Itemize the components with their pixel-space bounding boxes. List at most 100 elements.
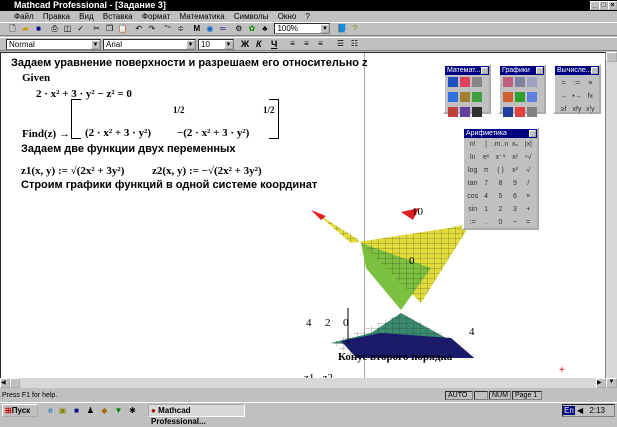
text-region-2[interactable]: Задаем две функции двух переменных — [21, 143, 236, 155]
palette-key[interactable]: xfy — [570, 103, 583, 116]
help-icon[interactable]: ? — [350, 24, 361, 34]
desktop-icon[interactable]: ▣ — [57, 406, 68, 416]
greek-icon[interactable] — [460, 107, 470, 117]
tool-icon[interactable]: ◆ — [99, 406, 110, 416]
menu-help[interactable]: ? — [306, 12, 310, 21]
evaluation-icon[interactable] — [448, 92, 458, 102]
insert-function-icon[interactable]: ◉ — [204, 24, 215, 34]
palette-key[interactable]: .m..n — [493, 138, 509, 151]
menu-symbols[interactable]: Символы — [234, 12, 269, 21]
palette-key[interactable]: 6 — [508, 190, 521, 203]
close-button[interactable]: × — [608, 1, 617, 10]
z1-definition[interactable]: z1(x, y) := √(2x² + 3y²) — [21, 165, 124, 177]
boolean-icon[interactable] — [472, 92, 482, 102]
palette-key[interactable]: = — [557, 77, 570, 90]
palette-key[interactable]: n! — [466, 138, 479, 151]
close-icon[interactable] — [481, 67, 488, 74]
palette-key[interactable]: ≡ — [584, 77, 597, 90]
scatter-plot-icon[interactable] — [515, 107, 525, 117]
menu-file[interactable]: Файл — [14, 12, 34, 21]
palette-key[interactable]: 2 — [493, 203, 509, 216]
bullets-icon[interactable]: ☰ — [335, 39, 346, 49]
antivirus-icon[interactable]: ▼ — [113, 406, 124, 416]
equals-icon[interactable]: ═ — [217, 24, 228, 34]
preview-icon[interactable]: ◫ — [62, 24, 73, 34]
align-v-icon[interactable]: ≑ — [175, 24, 186, 34]
contour-plot-icon[interactable] — [527, 92, 537, 102]
scroll-thumb[interactable] — [10, 378, 20, 388]
find-label[interactable]: Find(z) → — [22, 128, 70, 140]
menu-insert[interactable]: Вставка — [103, 12, 133, 21]
palette-key[interactable]: |x| — [522, 138, 535, 151]
palette-key[interactable]: ( ) — [493, 164, 509, 177]
redo-icon[interactable]: ↷ — [146, 24, 157, 34]
numbering-icon[interactable]: ☷ — [349, 39, 360, 49]
palette-key[interactable]: eˣ — [479, 151, 492, 164]
palette-key[interactable]: + — [522, 203, 535, 216]
menu-edit[interactable]: Правка — [43, 12, 70, 21]
font-select[interactable]: Arial ▼ — [103, 39, 196, 50]
palette-key[interactable]: π — [479, 164, 492, 177]
open-icon[interactable]: ▰ — [20, 24, 31, 34]
graph-palette[interactable]: Графики — [498, 64, 546, 117]
align-center-icon[interactable]: ≡ — [301, 39, 312, 49]
palette-key[interactable]: ln — [466, 151, 479, 164]
palette-key[interactable]: | — [479, 138, 492, 151]
trace-icon[interactable] — [527, 77, 537, 87]
spell-icon[interactable]: ✓ — [75, 24, 86, 34]
surface-plot-icon[interactable] — [515, 92, 525, 102]
scroll-thumb[interactable] — [606, 52, 617, 62]
close-icon[interactable] — [529, 130, 536, 137]
calculator-icon[interactable] — [448, 77, 458, 87]
text-region-3[interactable]: Строим графики функций в одной системе к… — [21, 179, 317, 191]
minimize-button[interactable]: _ — [590, 1, 599, 10]
palette-key[interactable]: = — [522, 216, 535, 229]
start-button[interactable]: ⊞Пуск — [2, 404, 38, 417]
polar-plot-icon[interactable] — [503, 92, 513, 102]
close-icon[interactable] — [591, 67, 598, 74]
graph-icon[interactable] — [460, 77, 470, 87]
find-root-2[interactable]: −(2 · x² + 3 · y²) — [177, 127, 249, 139]
align-left-icon[interactable]: ≡ — [287, 39, 298, 49]
palette-key[interactable]: . — [479, 216, 492, 229]
palette-key[interactable]: tan — [466, 177, 479, 190]
find-root-1[interactable]: (2 · x² + 3 · y²) — [85, 127, 151, 139]
new-icon[interactable]: 🗋 — [7, 24, 18, 34]
arithmetic-palette[interactable]: Арифметика n! | .m..n xₙ |x| ln eˣ x⁻¹ xʸ ⁿ√ log π(… — [462, 127, 539, 230]
maximize-button[interactable]: □ — [599, 1, 608, 10]
ie-icon[interactable]: e — [45, 406, 56, 416]
xy-plot-icon[interactable] — [503, 77, 513, 87]
cut-icon[interactable]: ✂ — [91, 24, 102, 34]
zoom-select[interactable]: 100% ▼ — [274, 23, 331, 35]
z2-definition[interactable]: z2(x, y) := −√(2x² + 3y²) — [152, 165, 262, 177]
calc-icon[interactable]: M — [191, 24, 202, 34]
paste-icon[interactable]: 📋 — [117, 24, 128, 34]
palette-key[interactable]: 3 — [508, 203, 521, 216]
undo-icon[interactable]: ↶ — [133, 24, 144, 34]
palette-key[interactable]: sin — [466, 203, 479, 216]
palette-key[interactable]: fx — [584, 90, 597, 103]
palette-key[interactable]: √ — [522, 164, 535, 177]
align-icon[interactable]: "⁼ — [162, 24, 173, 34]
palette-key[interactable]: xᶠy — [584, 103, 597, 116]
resource-icon[interactable]: ✿ — [246, 24, 257, 34]
equation[interactable]: 2 · x² + 3 · y² − z² = 0 — [36, 88, 132, 100]
calculus-icon[interactable] — [460, 92, 470, 102]
palette-key[interactable]: := — [466, 216, 479, 229]
close-icon[interactable] — [536, 67, 543, 74]
menu-format[interactable]: Формат — [142, 12, 170, 21]
palette-key[interactable]: xʸ — [508, 151, 521, 164]
underline-button[interactable]: Ч — [271, 39, 277, 49]
palette-key[interactable]: := — [570, 77, 583, 90]
palette-key[interactable]: x⁻¹ — [493, 151, 509, 164]
align-right-icon[interactable]: ≡ — [315, 39, 326, 49]
palette-key[interactable]: 0 — [493, 216, 509, 229]
component-icon[interactable]: ⚙ — [233, 24, 244, 34]
style-select[interactable]: Normal ▼ — [6, 39, 101, 50]
palette-key[interactable]: × — [522, 190, 535, 203]
palette-key[interactable]: 8 — [493, 177, 509, 190]
menu-view[interactable]: Вид — [79, 12, 93, 21]
copy-icon[interactable]: ❐ — [104, 24, 115, 34]
palette-key[interactable]: / — [522, 177, 535, 190]
programming-icon[interactable] — [448, 107, 458, 117]
